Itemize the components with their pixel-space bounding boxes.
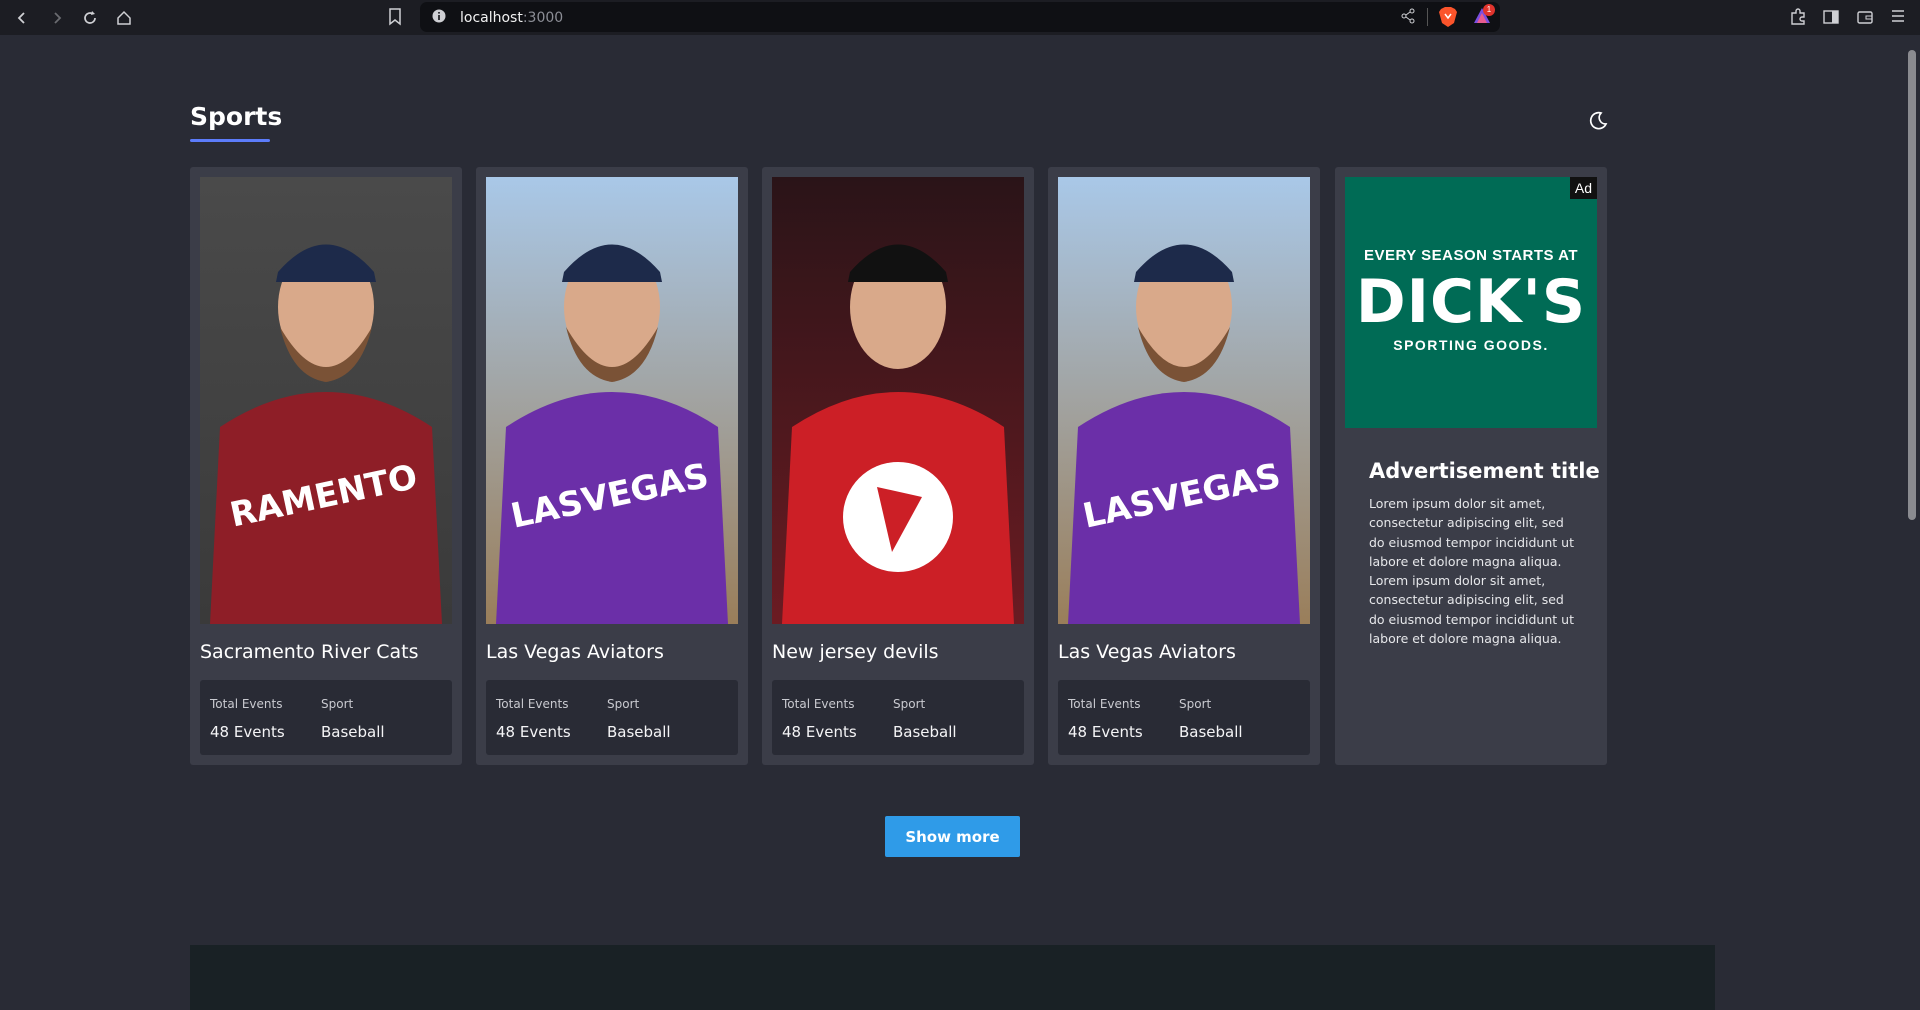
share-icon[interactable]	[1400, 8, 1416, 29]
rewards-badge: 1	[1483, 4, 1495, 16]
player-photo[interactable]: LASVEGAS	[486, 177, 738, 624]
ad-badge: Ad	[1569, 177, 1597, 199]
ad-brand: DICK'S	[1355, 267, 1587, 337]
browser-toolbar: localhost:3000 1	[0, 0, 1920, 35]
reload-icon[interactable]	[78, 6, 102, 30]
total-events-value: 48 Events	[1068, 723, 1143, 741]
extensions-icon[interactable]	[1789, 8, 1807, 31]
ad-subtitle: SPORTING GOODS.	[1393, 337, 1549, 353]
moon-icon[interactable]	[1587, 110, 1609, 132]
team-card[interactable]: New jersey devils Total Events Sport 48 …	[762, 167, 1034, 765]
player-photo[interactable]: LASVEGAS	[1058, 177, 1310, 624]
bookmark-icon[interactable]	[388, 8, 402, 31]
total-events-label: Total Events	[1068, 697, 1141, 711]
brave-shields-icon[interactable]	[1438, 6, 1458, 33]
url-divider	[1427, 8, 1428, 26]
url-text: localhost:3000	[460, 10, 564, 26]
ad-title: Advertisement title	[1369, 459, 1600, 483]
total-events-value: 48 Events	[496, 723, 571, 741]
sport-label: Sport	[607, 697, 640, 711]
team-stats: Total Events Sport 48 Events Baseball	[1058, 680, 1310, 755]
total-events-label: Total Events	[782, 697, 855, 711]
total-events-value: 48 Events	[210, 723, 285, 741]
player-photo[interactable]: RAMENTO	[200, 177, 452, 624]
title-underline	[190, 139, 270, 142]
forward-icon[interactable]	[45, 6, 69, 30]
sport-value: Baseball	[1179, 723, 1243, 741]
total-events-label: Total Events	[496, 697, 569, 711]
sport-value: Baseball	[321, 723, 385, 741]
team-name[interactable]: Las Vegas Aviators	[1058, 641, 1236, 663]
footer	[190, 945, 1715, 1010]
home-icon[interactable]	[112, 6, 136, 30]
page-title: Sports	[190, 102, 283, 131]
wallet-icon[interactable]	[1856, 8, 1874, 31]
ad-headline: EVERY SEASON STARTS AT	[1363, 247, 1579, 264]
sport-label: Sport	[321, 697, 354, 711]
sport-value: Baseball	[607, 723, 671, 741]
address-bar[interactable]: localhost:3000	[420, 2, 1500, 32]
team-card[interactable]: LASVEGAS Las Vegas Aviators Total Events…	[1048, 167, 1320, 765]
team-name[interactable]: Sacramento River Cats	[200, 641, 418, 663]
sidebar-icon[interactable]	[1822, 8, 1840, 31]
advertisement-card[interactable]: Ad EVERY SEASON STARTS AT DICK'S SPORTIN…	[1335, 167, 1607, 765]
total-events-value: 48 Events	[782, 723, 857, 741]
team-card[interactable]: RAMENTO Sacramento River Cats Total Even…	[190, 167, 462, 765]
team-name[interactable]: Las Vegas Aviators	[486, 641, 664, 663]
team-stats: Total Events Sport 48 Events Baseball	[486, 680, 738, 755]
ad-image[interactable]: Ad EVERY SEASON STARTS AT DICK'S SPORTIN…	[1345, 177, 1597, 428]
ad-body: Lorem ipsum dolor sit amet, consectetur …	[1369, 496, 1574, 647]
team-stats: Total Events Sport 48 Events Baseball	[772, 680, 1024, 755]
sport-label: Sport	[1179, 697, 1212, 711]
sport-label: Sport	[893, 697, 926, 711]
team-card[interactable]: LASVEGAS Las Vegas Aviators Total Events…	[476, 167, 748, 765]
site-info-icon[interactable]	[432, 9, 446, 28]
menu-icon[interactable]	[1890, 8, 1906, 29]
back-icon[interactable]	[10, 6, 34, 30]
team-name[interactable]: New jersey devils	[772, 641, 939, 663]
total-events-label: Total Events	[210, 697, 283, 711]
player-photo[interactable]	[772, 177, 1024, 624]
sport-value: Baseball	[893, 723, 957, 741]
scrollbar-thumb[interactable]	[1908, 50, 1916, 520]
show-more-button[interactable]: Show more	[885, 816, 1020, 857]
team-stats: Total Events Sport 48 Events Baseball	[200, 680, 452, 755]
